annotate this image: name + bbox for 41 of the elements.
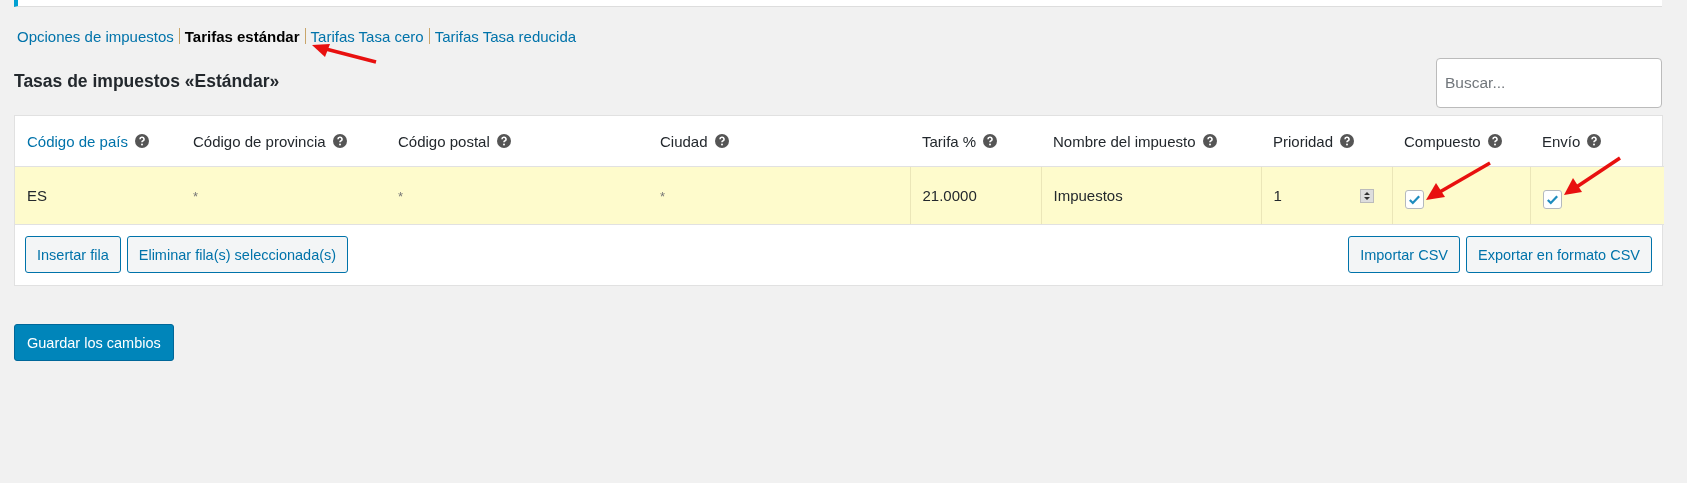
help-icon[interactable]: [1487, 134, 1502, 148]
spinner-icon[interactable]: [1359, 188, 1374, 203]
table-cell: ES: [27, 187, 47, 204]
csv-button[interactable]: Importar CSV: [1348, 236, 1460, 273]
column-header: Ciudad: [660, 132, 708, 150]
search-field[interactable]: Buscar...: [1436, 58, 1662, 108]
help-icon[interactable]: [1340, 134, 1355, 148]
annotation-arrow-icon: [1424, 160, 1494, 202]
column-header: Envío: [1542, 132, 1581, 150]
subnav-link[interactable]: Tarifas Tasa reducida: [434, 27, 577, 45]
subnav-link[interactable]: Tarifas estándar: [184, 27, 300, 45]
column-header[interactable]: Código de país: [27, 132, 128, 150]
table-cell: 1: [1273, 187, 1282, 204]
column-header: Código de provincia: [193, 132, 326, 150]
column-header: Código postal: [398, 132, 490, 150]
table-cell: 21.0000: [922, 187, 977, 204]
checkbox[interactable]: [1542, 189, 1562, 209]
column-header: Nombre del impuesto: [1053, 132, 1196, 150]
table-action-button[interactable]: Insertar fila: [25, 236, 121, 273]
table-cell: *: [660, 189, 666, 204]
table-action-button[interactable]: Eliminar fila(s) seleccionada(s): [126, 236, 349, 273]
save-button[interactable]: Guardar los cambios: [14, 324, 174, 361]
section-heading: Tasas de impuestos «Estándar»: [14, 71, 280, 92]
table-cell: Impuestos: [1053, 187, 1123, 204]
column-header: Tarifa %: [922, 132, 977, 150]
help-icon[interactable]: [983, 134, 998, 148]
table-cell: *: [193, 189, 199, 204]
csv-button[interactable]: Exportar en formato CSV: [1466, 236, 1652, 273]
column-header: Prioridad: [1273, 132, 1334, 150]
help-icon[interactable]: [714, 134, 729, 148]
help-icon[interactable]: [332, 134, 347, 148]
table-cell: *: [398, 189, 404, 204]
help-icon[interactable]: [1587, 134, 1602, 148]
column-header: Compuesto: [1404, 132, 1481, 150]
annotation-arrow-icon: [1563, 155, 1623, 197]
subnav-link[interactable]: Opciones de impuestos: [17, 27, 174, 45]
help-icon[interactable]: [134, 134, 149, 148]
subnav-link[interactable]: Tarifas Tasa cero: [310, 27, 424, 45]
checkbox[interactable]: [1404, 189, 1424, 209]
help-icon[interactable]: [496, 134, 511, 148]
help-icon[interactable]: [1202, 134, 1217, 148]
